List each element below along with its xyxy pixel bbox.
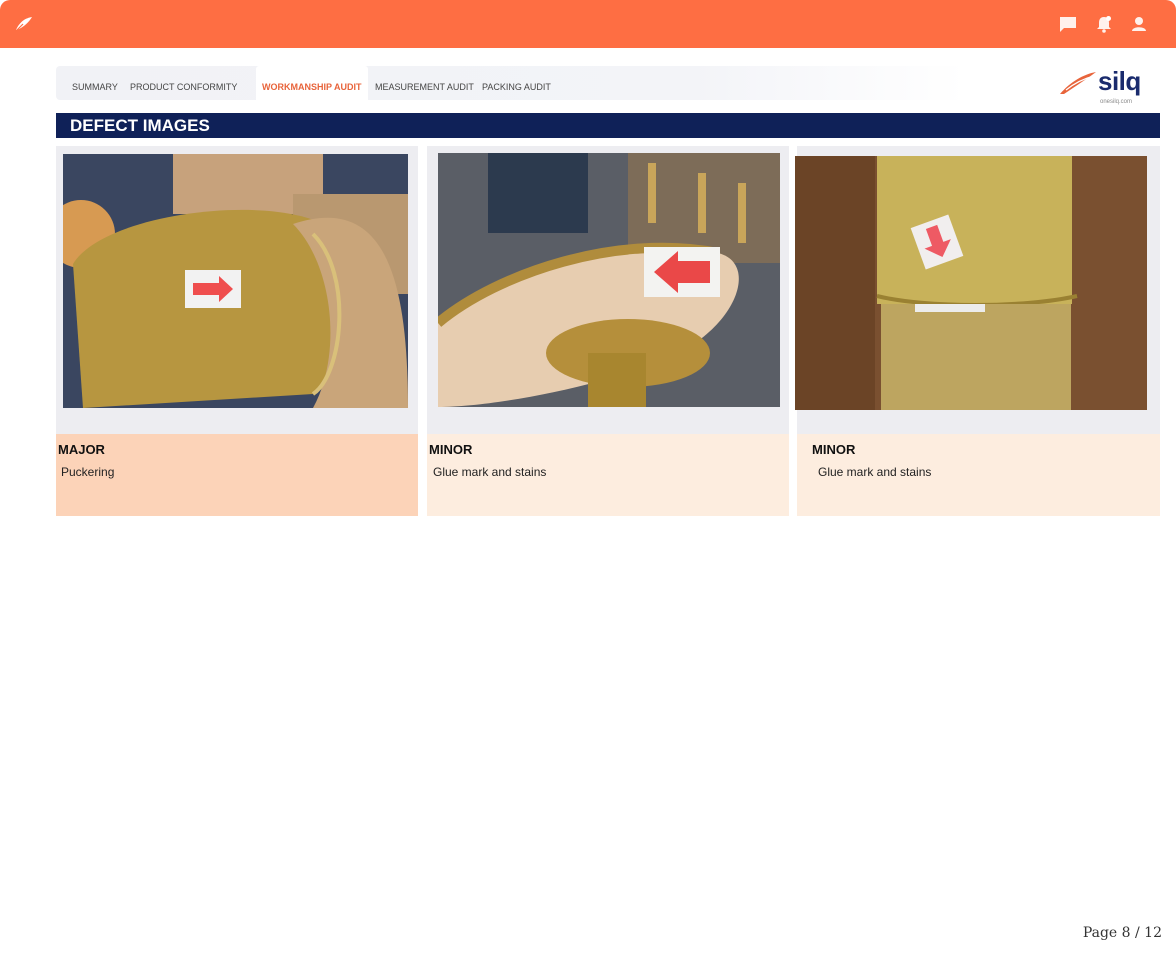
leaf-logo-icon[interactable]: [14, 15, 34, 33]
severity-label: MINOR: [429, 442, 473, 457]
defect-photo[interactable]: [438, 153, 780, 407]
section-title: DEFECT IMAGES: [70, 116, 210, 135]
tab-summary[interactable]: SUMMARY: [72, 66, 118, 100]
defect-description: Glue mark and stains: [433, 465, 547, 479]
user-icon[interactable]: [1129, 14, 1149, 34]
section-header: DEFECT IMAGES: [56, 113, 1160, 138]
defect-info: MAJOR Puckering: [56, 434, 418, 516]
defect-card: MINOR Glue mark and stains: [427, 146, 789, 516]
audit-tab-bar: SUMMARY PRODUCT CONFORMITY WORKMANSHIP A…: [56, 66, 966, 100]
defect-photo[interactable]: [63, 154, 408, 408]
severity-label: MINOR: [812, 442, 856, 457]
tab-workmanship-audit[interactable]: WORKMANSHIP AUDIT: [256, 66, 368, 100]
defect-description: Glue mark and stains: [818, 465, 932, 479]
brand-url: onesilq.com: [1100, 99, 1133, 105]
tab-packing-audit[interactable]: PACKING AUDIT: [482, 66, 551, 100]
photo-area: [427, 146, 789, 434]
silq-logo: silq onesilq.com: [1058, 66, 1150, 108]
chat-icon[interactable]: [1058, 14, 1078, 34]
severity-label: MAJOR: [58, 442, 105, 457]
photo-area: [56, 146, 418, 434]
defect-info: MINOR Glue mark and stains: [797, 434, 1160, 516]
top-bar: [0, 0, 1176, 48]
defect-info: MINOR Glue mark and stains: [427, 434, 789, 516]
defect-card: MINOR Glue mark and stains: [795, 146, 1160, 516]
page-indicator: Page 8 / 12: [1082, 925, 1162, 941]
silq-swoosh-icon: [1060, 72, 1096, 94]
tab-measurement-audit[interactable]: MEASUREMENT AUDIT: [375, 66, 474, 100]
photo-area: [795, 146, 1160, 434]
brand-name: silq: [1098, 66, 1141, 96]
notification-bell-icon[interactable]: [1094, 14, 1114, 34]
tab-product-conformity[interactable]: PRODUCT CONFORMITY: [130, 66, 237, 100]
defect-photo[interactable]: [795, 156, 1147, 410]
defect-description: Puckering: [61, 465, 115, 479]
defect-card: MAJOR Puckering: [56, 146, 418, 516]
